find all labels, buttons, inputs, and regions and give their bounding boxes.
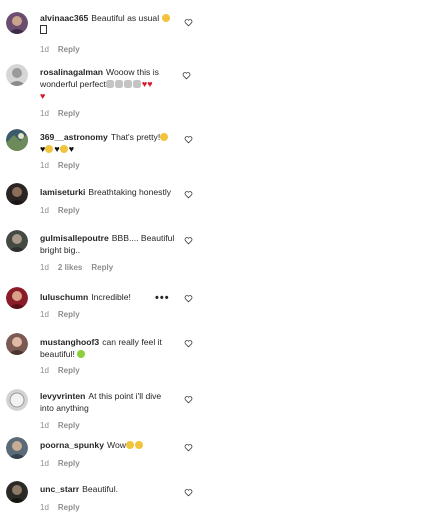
comment-username[interactable]: poorna_spunky	[40, 440, 104, 450]
comment-time: 1d	[40, 109, 49, 118]
comment-body: Beautiful as usual	[91, 13, 160, 23]
heart-outline-icon[interactable]	[184, 395, 193, 404]
comment-text: mustanghoof3 can really feel it beautiful…	[40, 336, 176, 360]
reply-button[interactable]: Reply	[58, 45, 80, 54]
comment-text: alvinaac365 Beautiful as usual	[40, 12, 176, 36]
reply-button[interactable]: Reply	[58, 161, 80, 170]
heart-outline-icon[interactable]	[182, 71, 191, 80]
clap-emoji-icon	[105, 80, 114, 88]
comment-username[interactable]: lamiseturki	[40, 187, 85, 197]
smile-emoji-icon	[134, 441, 143, 449]
comment-meta: 1d Reply	[40, 310, 89, 319]
heart-outline-icon[interactable]	[184, 190, 193, 199]
comment-time: 1d	[40, 459, 49, 468]
comment-meta: 1d Reply	[40, 421, 89, 430]
comment-username[interactable]: 369__astronomy	[40, 132, 108, 142]
avatar[interactable]	[6, 183, 28, 205]
comment-username[interactable]: unc_starr	[40, 484, 79, 494]
comment-username[interactable]: levyvrinten	[40, 391, 85, 401]
comment-username[interactable]: luluschumn	[40, 292, 88, 302]
comment-text: levyvrinten At this point i'll dive into …	[40, 390, 176, 414]
avatar[interactable]	[6, 12, 28, 34]
smile-emoji-icon	[161, 14, 170, 22]
comment-time: 1d	[40, 161, 49, 170]
likes-count[interactable]: 2 likes	[58, 263, 82, 272]
comment-text: unc_starr Beautiful.	[40, 483, 176, 495]
comment-body: Breathtaking honestly	[88, 187, 172, 197]
smile-emoji-icon	[45, 145, 54, 153]
comment-meta: 1d Reply	[40, 206, 89, 215]
reply-button[interactable]: Reply	[58, 459, 80, 468]
red-heart-emoji-icon: ♥	[40, 91, 46, 101]
comment-username[interactable]: alvinaac365	[40, 13, 88, 23]
comment-username[interactable]: gulmisallepoutre	[40, 233, 109, 243]
comment-text: poorna_spunky Wow	[40, 439, 176, 451]
avatar[interactable]	[6, 64, 28, 86]
comment-meta: 1d 2 likes Reply	[40, 263, 122, 272]
comment-text: gulmisallepoutre BBB.... Beautiful bright…	[40, 232, 176, 256]
heart-outline-icon[interactable]	[184, 236, 193, 245]
smile-emoji-icon	[125, 441, 134, 449]
heart-outline-icon[interactable]	[184, 135, 193, 144]
black-heart-emoji-icon: ♥	[68, 144, 75, 154]
clap-emoji-icon	[114, 80, 123, 88]
comment-time: 1d	[40, 366, 49, 375]
avatar[interactable]	[6, 389, 28, 411]
more-horizontal-icon[interactable]: •••	[155, 293, 170, 304]
comment-body: Wow	[107, 440, 126, 450]
heart-outline-icon[interactable]	[184, 443, 193, 452]
heart-outline-icon[interactable]	[184, 339, 193, 348]
comment-time: 1d	[40, 503, 49, 512]
comment-username[interactable]: mustanghoof3	[40, 337, 99, 347]
red-heart-emoji-icon: ♥	[147, 79, 153, 89]
comment-time: 1d	[40, 45, 49, 54]
smile-emoji-icon	[59, 145, 68, 153]
avatar[interactable]	[6, 129, 28, 151]
comment-body: Incredible!	[91, 292, 131, 302]
heart-outline-icon[interactable]	[184, 488, 193, 497]
green-emoji-icon	[77, 350, 86, 358]
clap-emoji-icon	[132, 80, 141, 88]
heart-outline-icon[interactable]	[184, 294, 193, 303]
reply-button[interactable]: Reply	[58, 366, 80, 375]
comment-meta: 1d Reply	[40, 161, 89, 170]
comment-meta: 1d Reply	[40, 366, 89, 375]
black-heart-emoji-icon: ♥	[54, 144, 60, 154]
comment-meta: 1d Reply	[40, 459, 89, 468]
heart-outline-icon[interactable]	[184, 18, 193, 27]
comment-meta: 1d Reply	[40, 45, 89, 54]
comment-body: Beautiful.	[82, 484, 119, 494]
comment-time: 1d	[40, 421, 49, 430]
avatar[interactable]	[6, 333, 28, 355]
avatar[interactable]	[6, 230, 28, 252]
comment-text: 369__astronomy That's pretty! ♥ ♥ ♥	[40, 131, 176, 155]
reply-button[interactable]: Reply	[58, 421, 80, 430]
clap-emoji-icon	[123, 80, 132, 88]
avatar[interactable]	[6, 437, 28, 459]
reply-button[interactable]: Reply	[91, 263, 113, 272]
avatar[interactable]	[6, 287, 28, 309]
reply-button[interactable]: Reply	[58, 206, 80, 215]
comment-time: 1d	[40, 310, 49, 319]
comment-body: That's pretty!	[110, 132, 161, 142]
comment-username[interactable]: rosalinagalman	[40, 67, 103, 77]
avatar[interactable]	[6, 481, 28, 503]
comment-meta: 1d Reply	[40, 109, 89, 118]
comment-text: lamiseturki Breathtaking honestly	[40, 186, 176, 198]
comment-meta: 1d Reply	[40, 503, 89, 512]
comment-time: 1d	[40, 263, 49, 272]
comment-time: 1d	[40, 206, 49, 215]
unknown-glyph-icon	[40, 25, 47, 34]
reply-button[interactable]: Reply	[58, 310, 80, 319]
reply-button[interactable]: Reply	[58, 503, 80, 512]
reply-button[interactable]: Reply	[58, 109, 80, 118]
smile-emoji-icon	[160, 133, 169, 141]
comment-text: rosalinagalman Wooow this is wonderful pe…	[40, 66, 176, 102]
